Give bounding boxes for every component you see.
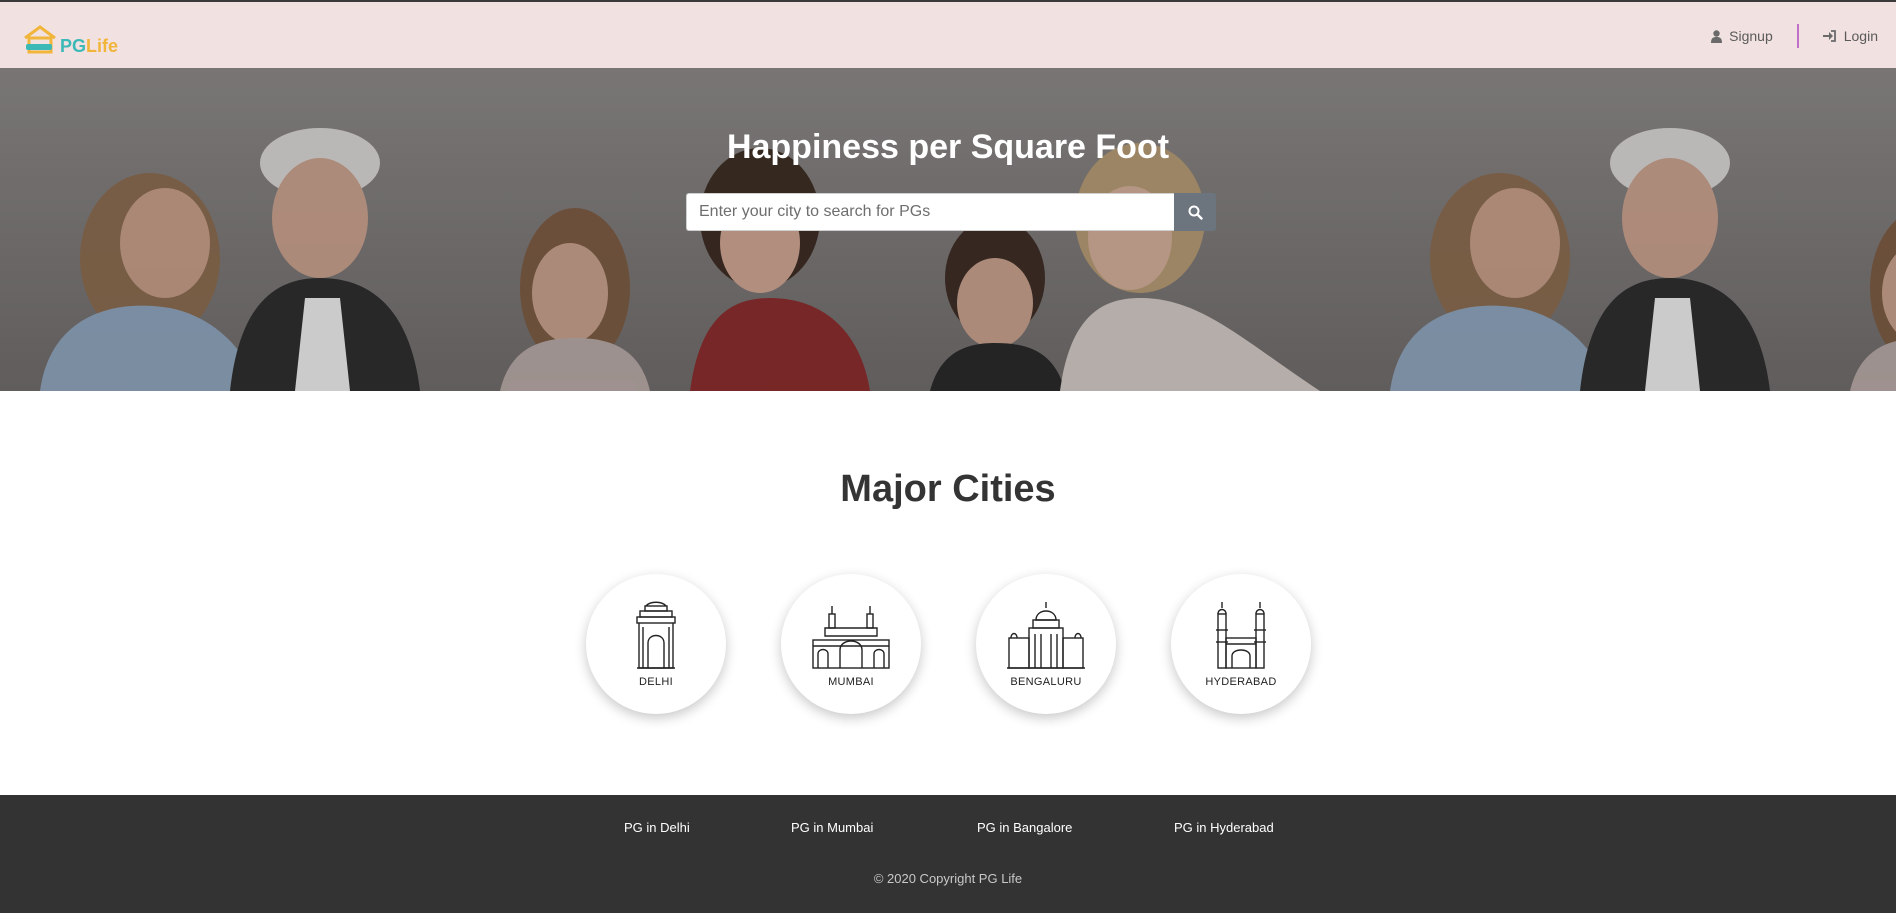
footer-link-bangalore[interactable]: PG in Bangalore	[977, 820, 1072, 835]
logo-text: PGLife	[60, 36, 118, 56]
city-card-hyderabad[interactable]: HYDERABAD	[1171, 574, 1311, 714]
city-card-bengaluru[interactable]: BENGALURU	[976, 574, 1116, 714]
search-icon	[1188, 205, 1203, 220]
hero-title: Happiness per Square Foot	[726, 128, 1170, 166]
city-label: MUMBAI	[828, 676, 874, 688]
hero-banner: Happiness per Square Foot	[0, 68, 1896, 391]
footer: PG in Delhi PG in Mumbai PG in Bangalore…	[0, 795, 1896, 913]
signup-link[interactable]: Signup	[1711, 28, 1773, 44]
login-link[interactable]: Login	[1822, 28, 1878, 44]
gateway-of-india-icon	[812, 606, 890, 669]
vidhana-soudha-icon	[1007, 602, 1085, 669]
copyright-text: © 2020 Copyright PG Life	[873, 871, 1023, 886]
top-navbar: PGLife Signup Login	[0, 0, 1896, 68]
india-gate-icon	[636, 601, 676, 669]
signup-label: Signup	[1729, 28, 1773, 44]
logo-pg: PG	[60, 36, 87, 56]
charminar-icon	[1216, 602, 1266, 669]
nav-separator	[1796, 24, 1799, 48]
city-label: HYDERABAD	[1205, 676, 1277, 688]
house-logo-icon	[24, 25, 56, 54]
city-list: DELHI MUMBAI BENGALURU HYDERABAD	[586, 574, 1311, 714]
city-label: DELHI	[639, 676, 673, 688]
user-icon	[1711, 29, 1723, 43]
footer-link-delhi[interactable]: PG in Delhi	[624, 820, 690, 835]
login-label: Login	[1843, 28, 1878, 44]
city-card-mumbai[interactable]: MUMBAI	[781, 574, 921, 714]
city-search-bar	[686, 193, 1216, 231]
logo[interactable]: PGLife	[22, 20, 118, 56]
search-button[interactable]	[1174, 193, 1216, 231]
city-search-input[interactable]	[686, 193, 1174, 231]
major-cities-title: Major Cities	[840, 468, 1056, 510]
city-card-delhi[interactable]: DELHI	[586, 574, 726, 714]
footer-link-mumbai[interactable]: PG in Mumbai	[791, 820, 873, 835]
footer-link-hyderabad[interactable]: PG in Hyderabad	[1174, 820, 1274, 835]
nav-links: Signup Login	[1711, 24, 1878, 48]
city-label: BENGALURU	[1010, 676, 1082, 688]
sign-in-icon	[1822, 30, 1836, 42]
logo-life: Life	[86, 36, 119, 56]
